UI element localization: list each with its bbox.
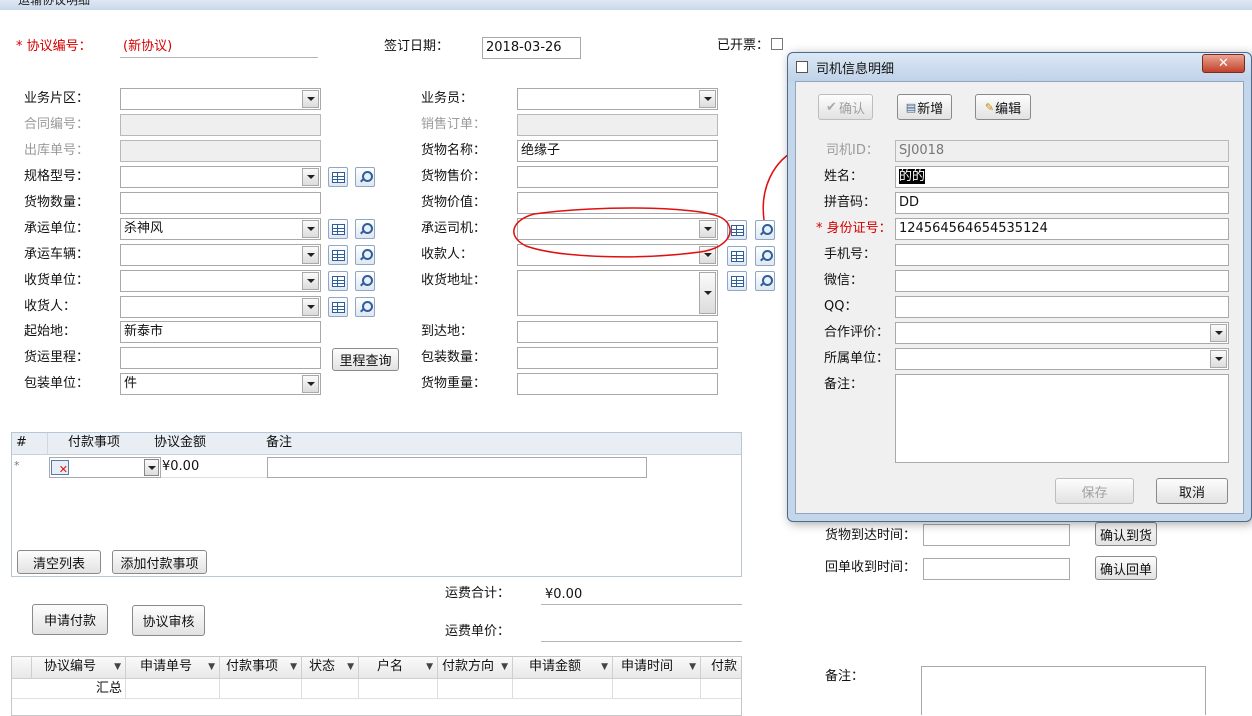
confirm-button[interactable]: ✔ 确认	[818, 94, 873, 120]
wechat-input[interactable]	[895, 270, 1229, 292]
driver-info-dialog: 司机信息明细 ✕ ✔ 确认 ▤ 新增 ✎ 编辑 司机ID： SJ0018 姓名： 的的…	[787, 52, 1252, 522]
window-icon	[796, 61, 808, 73]
rating-label: 合作评价：	[824, 325, 890, 340]
annotation-ellipse	[513, 207, 731, 258]
remark-label: 备注：	[824, 377, 864, 392]
company-select[interactable]	[895, 348, 1229, 370]
wechat-label: 微信：	[824, 273, 864, 288]
check-icon: ✔	[826, 99, 837, 115]
driver-id-label: 司机ID：	[826, 143, 879, 158]
new-doc-icon: ▤	[905, 100, 917, 114]
remark-input[interactable]	[895, 374, 1229, 463]
name-input[interactable]: 的的	[895, 166, 1229, 188]
name-label: 姓名：	[824, 169, 864, 184]
phone-input[interactable]	[895, 244, 1229, 266]
chevron-down-icon[interactable]	[1210, 350, 1227, 368]
close-icon[interactable]: ✕	[1202, 54, 1245, 73]
qq-input[interactable]	[895, 296, 1229, 318]
dialog-body: ✔ 确认 ▤ 新增 ✎ 编辑 司机ID： SJ0018 姓名： 的的 拼音码： DD …	[795, 81, 1244, 514]
phone-label: 手机号：	[824, 247, 877, 262]
rating-select[interactable]	[895, 322, 1229, 344]
pinyin-label: 拼音码：	[824, 195, 877, 210]
new-button[interactable]: ▤ 新增	[897, 94, 952, 120]
chevron-down-icon[interactable]	[1210, 324, 1227, 342]
edit-icon: ✎	[984, 100, 995, 114]
cancel-button[interactable]: 取消	[1156, 478, 1228, 504]
save-button[interactable]: 保存	[1055, 478, 1134, 504]
qq-label: QQ：	[824, 299, 858, 314]
company-label: 所属单位：	[824, 351, 890, 366]
edit-button[interactable]: ✎ 编辑	[975, 94, 1031, 120]
driver-id-input: SJ0018	[895, 140, 1229, 162]
dialog-title: 司机信息明细	[816, 62, 895, 77]
pinyin-input[interactable]: DD	[895, 192, 1229, 214]
id-card-input[interactable]: 124564564654535124	[895, 218, 1229, 240]
id-card-label: * 身份证号：	[816, 221, 892, 236]
name-selected-text: 的的	[899, 169, 926, 184]
dialog-titlebar[interactable]: 司机信息明细 ✕	[788, 53, 1251, 81]
